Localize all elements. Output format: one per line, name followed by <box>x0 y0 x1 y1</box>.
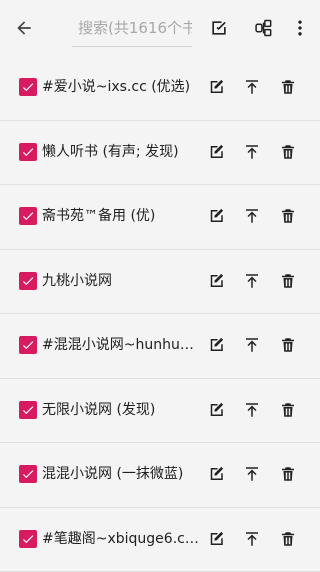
source-checkbox[interactable] <box>19 336 37 354</box>
trash-icon <box>279 143 297 161</box>
source-checkbox[interactable] <box>19 78 37 96</box>
vertical-align-top-icon <box>243 207 261 225</box>
delete-button[interactable] <box>277 528 299 550</box>
arrow-left-icon <box>14 18 34 38</box>
vertical-align-top-icon <box>243 530 261 548</box>
source-name: #笔趣阁~xbiquge6.com (优选) <box>42 528 200 550</box>
vertical-align-top-icon <box>243 143 261 161</box>
trash-icon <box>279 401 297 419</box>
vertical-align-top-icon <box>243 336 261 354</box>
edit-button[interactable] <box>205 463 227 485</box>
trash-icon <box>279 530 297 548</box>
source-name: #混混小说网~hunhun520.com <box>42 334 200 356</box>
back-button[interactable] <box>10 14 38 42</box>
trash-icon <box>279 272 297 290</box>
move-to-top-button[interactable] <box>241 334 263 356</box>
edit-button[interactable] <box>205 270 227 292</box>
edit-icon <box>207 272 225 290</box>
source-name: 懒人听书 (有声; 发现) <box>42 141 200 163</box>
trash-icon <box>279 207 297 225</box>
source-checkbox[interactable] <box>19 207 37 225</box>
edit-button[interactable] <box>205 205 227 227</box>
delete-button[interactable] <box>277 205 299 227</box>
move-to-top-button[interactable] <box>241 270 263 292</box>
source-name: 混混小说网 (一抹微蓝) <box>42 463 200 485</box>
check-icon <box>21 467 35 481</box>
delete-button[interactable] <box>277 76 299 98</box>
search-field[interactable] <box>72 12 192 47</box>
edit-icon <box>207 336 225 354</box>
edit-icon <box>207 207 225 225</box>
more-vert-icon <box>290 18 310 38</box>
edit-icon <box>207 78 225 96</box>
move-to-top-button[interactable] <box>241 528 263 550</box>
list-item: 斋书苑™备用 (优) <box>0 185 320 250</box>
list-item: 混混小说网 (一抹微蓝) <box>0 443 320 508</box>
check-icon <box>21 532 35 546</box>
toolbar <box>0 0 320 56</box>
edit-icon <box>207 143 225 161</box>
delete-button[interactable] <box>277 334 299 356</box>
list-item: #混混小说网~hunhun520.com <box>0 314 320 379</box>
source-name: #爱小说~ixs.cc (优选) <box>42 76 200 98</box>
edit-icon <box>207 401 225 419</box>
list-item: 懒人听书 (有声; 发现) <box>0 121 320 186</box>
check-icon <box>21 80 35 94</box>
move-to-top-button[interactable] <box>241 76 263 98</box>
vertical-align-top-icon <box>243 465 261 483</box>
check-icon <box>21 274 35 288</box>
check-icon <box>21 209 35 223</box>
source-name: 九桃小说网 <box>42 270 200 292</box>
search-input[interactable] <box>72 12 192 44</box>
edit-icon <box>207 530 225 548</box>
edit-icon <box>207 465 225 483</box>
source-checkbox[interactable] <box>19 272 37 290</box>
source-checkbox[interactable] <box>19 143 37 161</box>
vertical-align-top-icon <box>243 401 261 419</box>
move-to-top-button[interactable] <box>241 399 263 421</box>
checkbox-edit-icon <box>209 18 229 38</box>
source-checkbox[interactable] <box>19 465 37 483</box>
group-icon <box>254 18 274 38</box>
source-checkbox[interactable] <box>19 530 37 548</box>
check-icon <box>21 145 35 159</box>
move-to-top-button[interactable] <box>241 463 263 485</box>
check-icon <box>21 403 35 417</box>
trash-icon <box>279 336 297 354</box>
delete-button[interactable] <box>277 463 299 485</box>
move-to-top-button[interactable] <box>241 205 263 227</box>
source-name: 斋书苑™备用 (优) <box>42 205 200 227</box>
edit-button[interactable] <box>205 334 227 356</box>
delete-button[interactable] <box>277 270 299 292</box>
list-item: #爱小说~ixs.cc (优选) <box>0 56 320 121</box>
more-button[interactable] <box>289 16 311 40</box>
list-item: 无限小说网 (发现) <box>0 379 320 444</box>
edit-button[interactable] <box>205 141 227 163</box>
select-button[interactable] <box>207 16 231 40</box>
list-item: 九桃小说网 <box>0 250 320 315</box>
vertical-align-top-icon <box>243 78 261 96</box>
list-item: #笔趣阁~xbiquge6.com (优选) <box>0 508 320 572</box>
source-checkbox[interactable] <box>19 401 37 419</box>
edit-button[interactable] <box>205 399 227 421</box>
trash-icon <box>279 78 297 96</box>
group-button[interactable] <box>252 16 276 40</box>
vertical-align-top-icon <box>243 272 261 290</box>
check-icon <box>21 338 35 352</box>
edit-button[interactable] <box>205 76 227 98</box>
edit-button[interactable] <box>205 528 227 550</box>
delete-button[interactable] <box>277 399 299 421</box>
source-list: #爱小说~ixs.cc (优选) 懒人听书 (有声; 发现) 斋书苑™备用 (优… <box>0 56 320 572</box>
delete-button[interactable] <box>277 141 299 163</box>
source-name: 无限小说网 (发现) <box>42 399 200 421</box>
move-to-top-button[interactable] <box>241 141 263 163</box>
trash-icon <box>279 465 297 483</box>
